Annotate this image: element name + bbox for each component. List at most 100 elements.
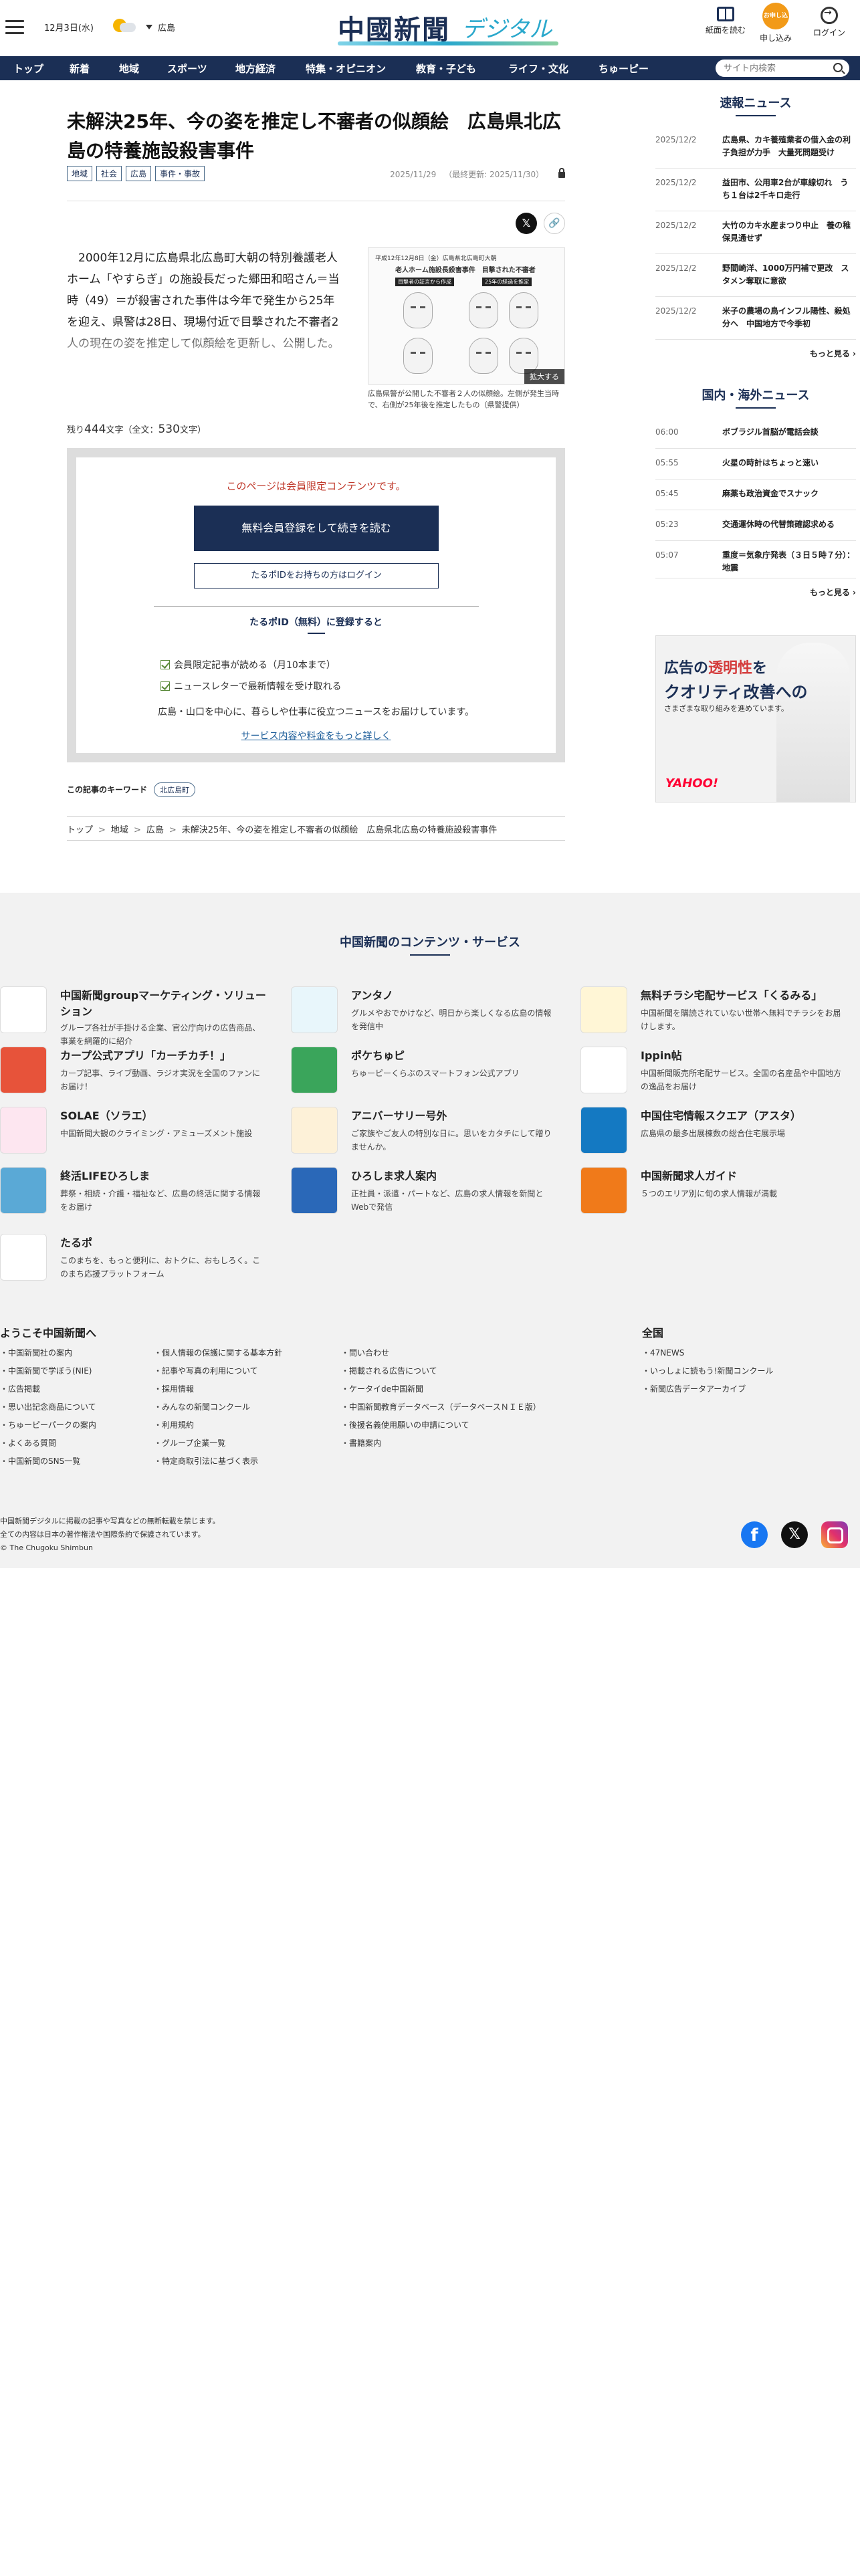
article-photo[interactable]: 平成12年12月8日（金）広島県北広島町大朝 老人ホーム施設長殺害事件 目撃され… [368, 247, 565, 385]
advertisement-banner[interactable]: 広告の透明性を クオリティ改善への さまざまな取り組みを進めています。 YAHO… [655, 635, 856, 802]
tag-society[interactable]: 社会 [96, 166, 122, 181]
news-time: 05:23 [655, 520, 679, 529]
breaking-news-item[interactable]: 2025/12/2 野間崎洋、1000万円補で更改 スタメン奪取に意欲 [655, 254, 856, 297]
nav-item-new[interactable]: 新着 [70, 62, 90, 76]
sketch-face [509, 338, 538, 374]
nav-item-chupi[interactable]: ちゅーピー [599, 62, 649, 76]
sketch-face [469, 338, 498, 374]
world-news-item[interactable]: 06:00 ボブラジル首脳が電話会談 [655, 418, 856, 449]
site-logo[interactable]: 中國新聞 デジタル [338, 7, 558, 45]
service-item[interactable]: アンタノ グルメやおでかけなど、明日から楽しくなる広島の情報を発信中 [291, 986, 558, 1040]
service-item[interactable]: 中国新聞groupマーケティング・ソリューション グループ各社が手掛ける企業、官公… [0, 986, 267, 1046]
search-input[interactable] [724, 62, 824, 74]
search-icon[interactable] [833, 63, 843, 72]
service-item[interactable]: Ippin帖 中国新聞販売所宅配サービス。全国の名産品や中国地方の逸品をお届け [580, 1047, 848, 1100]
nav-item-region[interactable]: 地域 [119, 62, 139, 76]
free-register-button[interactable]: 無料会員登録をして続きを読む [194, 506, 439, 551]
keyword-tag[interactable]: 北広島町 [154, 782, 196, 797]
instagram-icon[interactable] [821, 1521, 848, 1548]
lock-icon [558, 168, 565, 178]
news-time: 05:45 [655, 489, 679, 498]
nav-item-opinion[interactable]: 特集・オピニオン [306, 62, 386, 76]
footer-link[interactable]: ・採用情報 [154, 1380, 282, 1398]
breaking-news-item[interactable]: 2025/12/2 米子の農場の鳥インフル陽性、殺処分へ 中国地方で今季初 [655, 297, 856, 340]
facebook-icon[interactable]: f [741, 1521, 768, 1548]
footer-link[interactable]: ・グループ企業一覧 [154, 1434, 282, 1453]
footer-link[interactable]: ・個人情報の保護に関する基本方針 [154, 1344, 282, 1362]
service-item[interactable]: アニバーサリー号外 ご家族やご友人の特別な日に。思いをカタチにして贈りませんか。 [291, 1107, 558, 1160]
service-item[interactable]: ポケちゅピ ちゅーピーくらぶのスマートフォン公式アプリ [291, 1047, 558, 1100]
nav-item-economy[interactable]: 地方経済 [235, 62, 276, 76]
footer-link[interactable]: ・いっしょに読もう!新聞コンクール [642, 1362, 773, 1380]
footer-link[interactable]: ・中国新聞で学ぼう(NIE) [0, 1362, 96, 1380]
footer-link[interactable]: ・思い出記念商品について [0, 1398, 96, 1416]
footer-link[interactable]: ・書籍案内 [341, 1434, 541, 1453]
breaking-more-link[interactable]: もっと見る › [655, 348, 856, 359]
services-title: 中国新聞のコンテンツ・サービス [340, 936, 520, 950]
service-item[interactable]: 終活LIFEひろしま 葬祭・相続・介護・福祉など、広島の終活に関する情報をお届け [0, 1167, 267, 1220]
footer-link[interactable]: ・利用規約 [154, 1416, 282, 1434]
footer-link[interactable]: ・ちゅーピーパークの案内 [0, 1416, 96, 1434]
read-paper-button[interactable]: 紙面を読む [702, 7, 749, 35]
service-item[interactable]: ひろしま求人案内 正社員・派遣・パートなど、広島の求人情報を新聞とWebで発信 [291, 1167, 558, 1220]
footer-link[interactable]: ・47NEWS [642, 1344, 773, 1362]
breadcrumb-region[interactable]: 地域 [111, 825, 128, 835]
title-underline [736, 407, 776, 409]
nav-item-education[interactable]: 教育・子ども [416, 62, 476, 76]
world-more-link[interactable]: もっと見る › [655, 586, 856, 598]
service-item[interactable]: 中国新聞求人ガイド ５つのエリア別に旬の求人情報が満載 [580, 1167, 848, 1220]
x-share-icon[interactable]: 𝕏 [516, 213, 537, 234]
service-item[interactable]: 中国住宅情報スクエア（アスタ） 広島県の最多出展棟数の総合住宅展示場 [580, 1107, 848, 1160]
ad-person-image [776, 643, 850, 802]
tag-incident[interactable]: 事件・事故 [155, 166, 205, 181]
world-news-item[interactable]: 05:23 交通運休時の代替策確認求める [655, 510, 856, 541]
read-paper-label: 紙面を読む [705, 25, 746, 35]
publish-date: 2025/11/29 [390, 170, 437, 179]
service-item[interactable]: たるポ このまちを、もっと便利に、おトクに、おもしろく。このまち応援プラットフォー… [0, 1234, 267, 1287]
footer-link[interactable]: ・よくある質問 [0, 1434, 96, 1453]
footer-link[interactable]: ・中国新聞社の案内 [0, 1344, 96, 1362]
copyright-line: 中国新聞デジタルに掲載の記事や写真などの無断転載を禁じます。 [0, 1517, 220, 1525]
copy-link-icon[interactable]: 🔗 [544, 213, 565, 234]
footer-link[interactable]: ・後援名義使用願いの申請について [341, 1416, 541, 1434]
footer-link[interactable]: ・ケータイde中国新聞 [341, 1380, 541, 1398]
tag-region[interactable]: 地域 [67, 166, 93, 181]
apply-button[interactable]: お申し込み 申し込み [752, 3, 799, 46]
footer-link[interactable]: ・みんなの新聞コンクール [154, 1398, 282, 1416]
footer-link[interactable]: ・中国新聞教育データベース（データベースＮＩＥ版） [341, 1398, 541, 1416]
footer-link[interactable]: ・特定商取引法に基づく表示 [154, 1453, 282, 1471]
service-details-link[interactable]: サービス内容や料金をもっと詳しく [76, 729, 556, 742]
service-item[interactable]: 無料チラシ宅配サービス「くるみる」 中国新聞を購読されていない世帯へ無料でチラシを… [580, 986, 848, 1040]
breaking-news-item[interactable]: 2025/12/2 益田市、公用車2台が車線切れ うち１台は2千キロ走行 [655, 169, 856, 211]
nav-item-top[interactable]: トップ [13, 62, 43, 76]
nav-item-sports[interactable]: スポーツ [167, 62, 207, 76]
breadcrumb-top[interactable]: トップ [67, 825, 93, 835]
footer-link[interactable]: ・問い合わせ [341, 1344, 541, 1362]
area-select[interactable]: 広島 [146, 21, 175, 33]
links-column-4: ・47NEWS ・いっしょに読もう!新聞コンクール ・新聞広告データアーカイブ [642, 1344, 773, 1398]
service-item[interactable]: SOLAE（ソラエ） 中国新聞大観のクライミング・アミューズメント施設 [0, 1107, 267, 1160]
world-news-item[interactable]: 05:07 重度＝気象庁発表（３日５時７分）：地震 [655, 541, 856, 578]
footer-link[interactable]: ・記事や写真の利用について [154, 1362, 282, 1380]
breadcrumb-hiroshima[interactable]: 広島 [146, 825, 164, 835]
tarupo-login-button[interactable]: たるポIDをお持ちの方はログイン [194, 563, 439, 588]
footer-link[interactable]: ・広告掲載 [0, 1380, 96, 1398]
footer-link[interactable]: ・新聞広告データアーカイブ [642, 1380, 773, 1398]
login-button[interactable]: ログイン [806, 7, 853, 38]
weather-icon[interactable] [110, 17, 137, 33]
world-news-item[interactable]: 05:45 麻薬も政治資金でスナック [655, 479, 856, 510]
x-icon[interactable]: 𝕏 [781, 1521, 808, 1548]
breadcrumb: トップ > 地域 > 広島 > 未解決25年、今の姿を推定し不審者の似顔絵 広島県北広島の特… [67, 825, 498, 835]
service-description: 葬祭・相続・介護・福祉など、広島の終活に関する情報をお届け [60, 1189, 261, 1212]
world-news-item[interactable]: 05:55 火星の時計はちょっと速い [655, 449, 856, 479]
footer-link[interactable]: ・掲載される広告について [341, 1362, 541, 1380]
breaking-news-item[interactable]: 2025/12/2 大竹のカキ水産まつり中止 養の稚保見通せず [655, 211, 856, 254]
footer-link[interactable]: ・中国新聞のSNS一覧 [0, 1453, 96, 1471]
tag-hiroshima[interactable]: 広島 [126, 166, 152, 181]
service-item[interactable]: カープ公式アプリ「カーチカチ！」 カープ記事、ライブ動画、ラジオ実況を全国のファン… [0, 1047, 267, 1100]
menu-icon[interactable] [5, 20, 24, 35]
nav-item-life[interactable]: ライフ・文化 [508, 62, 568, 76]
breaking-news-item[interactable]: 2025/12/2 広島県、カキ養殖業者の借入金の利子負担が力手 大量死問題受け [655, 126, 856, 169]
service-name: アンタノ [351, 989, 393, 1002]
enlarge-button[interactable]: 拡大する [524, 369, 564, 384]
